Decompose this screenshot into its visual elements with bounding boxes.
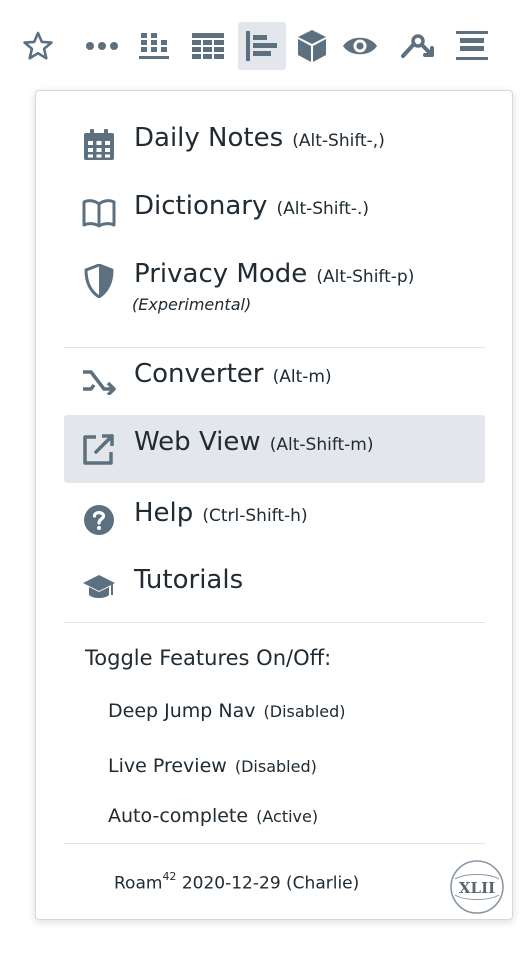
- menu-item-label: Tutorials: [134, 565, 244, 595]
- xlii-logo[interactable]: XLII: [449, 859, 505, 915]
- menu-item-converter[interactable]: Converter (Alt-m): [64, 347, 485, 415]
- star-icon[interactable]: [14, 22, 62, 70]
- menu-item-tutorials[interactable]: Tutorials: [64, 553, 485, 621]
- menu-item-privacy-mode[interactable]: Privacy Mode (Alt-Shift-p) (Experimental…: [64, 247, 485, 315]
- menu-item-label: Web View: [134, 427, 261, 457]
- menu-item-shortcut: (Alt-Shift-p): [316, 267, 415, 287]
- feature-label: Deep Jump Nav: [108, 700, 256, 722]
- menu-item-note: (Experimental): [132, 295, 252, 314]
- feature-toggle-deep-jump-nav[interactable]: Deep Jump Nav (Disabled): [108, 700, 346, 722]
- converter-icon: [82, 364, 116, 398]
- book-icon: [82, 196, 116, 230]
- menu-item-shortcut: (Ctrl-Shift-h): [202, 506, 308, 526]
- feature-toggle-live-preview[interactable]: Live Preview (Disabled): [108, 755, 317, 777]
- menu-item-shortcut: (Alt-Shift-m): [269, 435, 374, 455]
- feature-toggle-auto-complete[interactable]: Auto-complete (Active): [108, 805, 318, 827]
- menu-divider: [64, 843, 485, 844]
- eye-icon[interactable]: [336, 22, 384, 70]
- menu-item-shortcut: (Alt-Shift-,): [292, 131, 385, 151]
- more-icon[interactable]: [78, 22, 126, 70]
- menu-item-shortcut: (Alt-Shift-.): [276, 199, 370, 219]
- version-text: 2020-12-29 (Charlie): [181, 873, 360, 894]
- menu-item-label: Help: [134, 498, 194, 528]
- menu-item-daily-notes[interactable]: Daily Notes (Alt-Shift-,): [64, 111, 485, 179]
- calendar-icon: [82, 128, 116, 162]
- align-center-icon[interactable]: [448, 22, 496, 70]
- toggle-features-title: Toggle Features On/Off:: [85, 646, 332, 670]
- column-chart-icon[interactable]: [130, 22, 178, 70]
- settings-menu: Daily Notes (Alt-Shift-,) Dictionary (Al…: [35, 90, 513, 920]
- logo-text: XLII: [459, 879, 495, 897]
- key-icon[interactable]: [394, 22, 442, 70]
- cube-icon[interactable]: [288, 22, 336, 70]
- menu-item-web-view[interactable]: Web View (Alt-Shift-m): [64, 415, 485, 483]
- menu-divider: [64, 622, 485, 623]
- app-name: Roam: [114, 873, 163, 894]
- feature-status: (Disabled): [263, 702, 346, 721]
- help-icon: [82, 503, 116, 537]
- shield-icon: [82, 264, 116, 298]
- table-icon[interactable]: [184, 22, 232, 70]
- graduation-cap-icon: [82, 570, 116, 604]
- menu-item-label: Daily Notes: [134, 123, 284, 153]
- top-toolbar: [0, 18, 524, 74]
- feature-status: (Disabled): [234, 757, 317, 776]
- menu-item-label: Dictionary: [134, 191, 268, 221]
- menu-item-dictionary[interactable]: Dictionary (Alt-Shift-.): [64, 179, 485, 247]
- app-superscript: 42: [162, 870, 177, 883]
- align-left-icon[interactable]: [238, 22, 286, 70]
- menu-item-label: Privacy Mode: [134, 259, 308, 289]
- external-link-icon: [82, 432, 116, 466]
- version-footer: Roam42 2020-12-29 (Charlie): [114, 870, 360, 894]
- feature-label: Live Preview: [108, 755, 227, 777]
- menu-item-shortcut: (Alt-m): [272, 367, 332, 387]
- feature-label: Auto-complete: [108, 805, 249, 827]
- menu-item-label: Converter: [134, 359, 264, 389]
- feature-status: (Active): [256, 807, 319, 826]
- menu-item-help[interactable]: Help (Ctrl-Shift-h): [64, 486, 485, 554]
